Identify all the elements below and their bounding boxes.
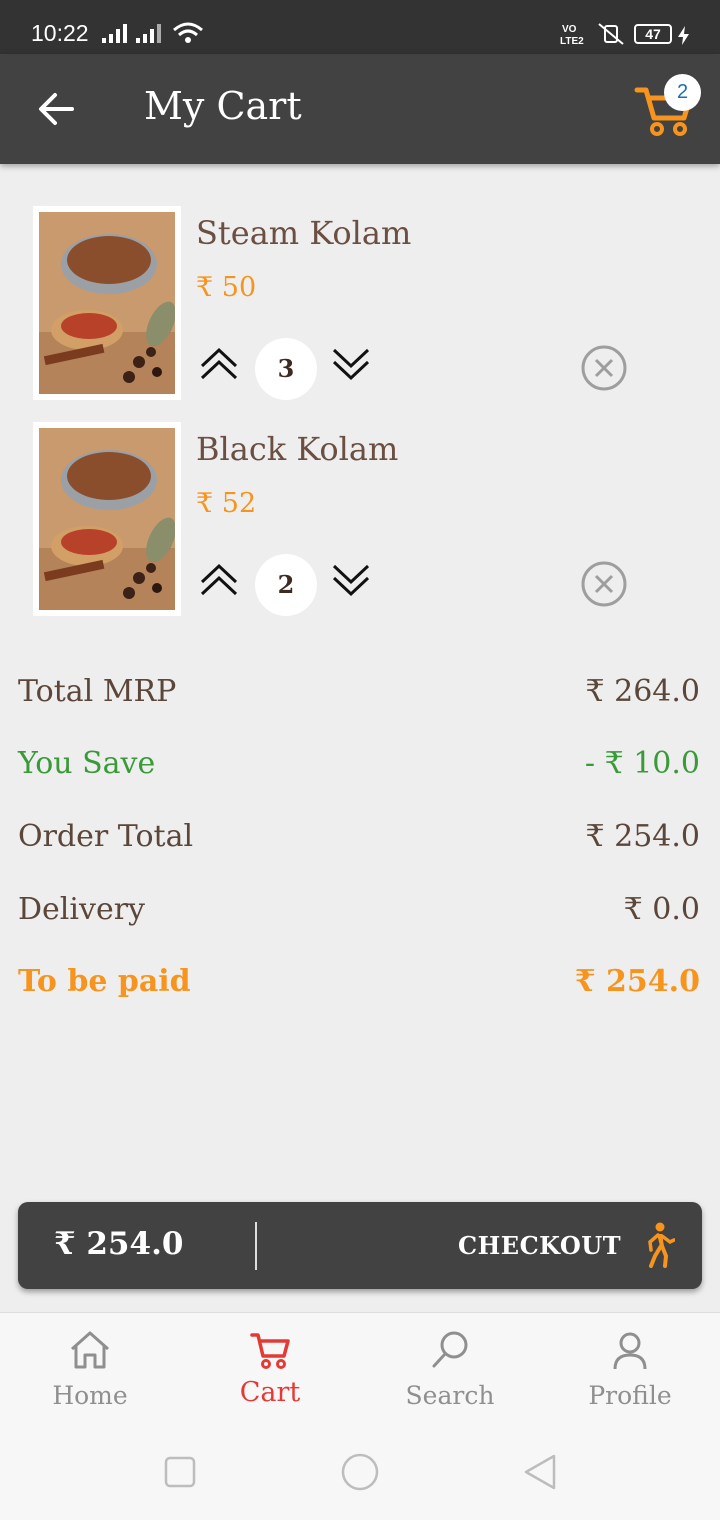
nav-cart[interactable]: Cart — [180, 1313, 360, 1423]
walking-person-icon — [648, 1222, 675, 1268]
battery-indicator: 47 — [634, 24, 672, 44]
cart-item: Steam Kolam ₹ 50 3 — [0, 206, 720, 406]
svg-text:LTE2: LTE2 — [560, 36, 584, 46]
recents-icon[interactable] — [164, 1456, 196, 1488]
bottom-navigation: Home Cart Search Profile — [0, 1312, 720, 1422]
signal-icon-2 — [136, 24, 161, 43]
status-bar: 10:22 VO LTE2 47 — [0, 0, 720, 54]
you-save-value: - ₹ 10.0 — [584, 746, 700, 781]
svg-text:VO: VO — [562, 24, 577, 35]
quantity-value: 2 — [255, 554, 317, 616]
nav-home-label: Home — [52, 1381, 128, 1410]
home-button-icon[interactable] — [340, 1452, 380, 1492]
nav-profile[interactable]: Profile — [540, 1313, 720, 1423]
checkout-button[interactable]: CHECKOUT — [438, 1202, 702, 1289]
product-name: Black Kolam — [196, 430, 399, 468]
delivery-label: Delivery — [18, 892, 145, 927]
nav-profile-label: Profile — [588, 1381, 672, 1410]
delivery-value: ₹ 0.0 — [623, 892, 700, 927]
increase-quantity-icon[interactable] — [198, 562, 240, 598]
cart-icon — [250, 1333, 290, 1369]
cart-item: Black Kolam ₹ 52 2 — [0, 422, 720, 622]
wifi-icon — [173, 22, 203, 43]
nav-cart-label: Cart — [239, 1377, 301, 1408]
product-price: ₹ 50 — [196, 272, 257, 303]
remove-item-icon[interactable] — [580, 560, 628, 608]
mute-vibrate-icon — [598, 23, 624, 45]
to-be-paid-label: To be paid — [18, 964, 191, 999]
back-arrow-icon[interactable] — [36, 88, 78, 130]
remove-item-icon[interactable] — [580, 344, 628, 392]
system-navigation-bar — [0, 1422, 720, 1520]
decrease-quantity-icon[interactable] — [330, 346, 372, 382]
signal-icon — [102, 24, 127, 43]
product-image — [33, 206, 181, 400]
status-time: 10:22 — [31, 20, 89, 46]
charging-icon — [678, 26, 689, 45]
volte-icon: VO LTE2 — [560, 24, 584, 46]
checkout-divider — [255, 1222, 257, 1270]
product-price: ₹ 52 — [196, 488, 257, 519]
product-image — [33, 422, 181, 616]
system-back-icon[interactable] — [522, 1454, 558, 1490]
to-be-paid-value: ₹ 254.0 — [574, 964, 700, 999]
order-total-value: ₹ 254.0 — [585, 819, 700, 854]
decrease-quantity-icon[interactable] — [330, 562, 372, 598]
checkout-button-label: CHECKOUT — [458, 1231, 622, 1260]
cart-count-badge: 2 — [664, 74, 701, 111]
total-mrp-label: Total MRP — [18, 674, 177, 709]
checkout-bar: ₹ 254.0 CHECKOUT — [18, 1202, 702, 1289]
quantity-value: 3 — [255, 338, 317, 400]
profile-icon — [613, 1332, 647, 1370]
order-total-label: Order Total — [18, 819, 194, 854]
app-bar: My Cart 2 — [0, 54, 720, 164]
checkout-total: ₹ 254.0 — [54, 1226, 184, 1262]
page-title: My Cart — [144, 84, 302, 128]
total-mrp-value: ₹ 264.0 — [585, 674, 700, 709]
search-icon — [432, 1331, 468, 1368]
nav-search[interactable]: Search — [360, 1313, 540, 1423]
product-name: Steam Kolam — [196, 214, 412, 252]
nav-home[interactable]: Home — [0, 1313, 180, 1423]
home-icon — [71, 1331, 109, 1369]
nav-search-label: Search — [405, 1381, 495, 1410]
you-save-label: You Save — [18, 746, 156, 781]
increase-quantity-icon[interactable] — [198, 346, 240, 382]
